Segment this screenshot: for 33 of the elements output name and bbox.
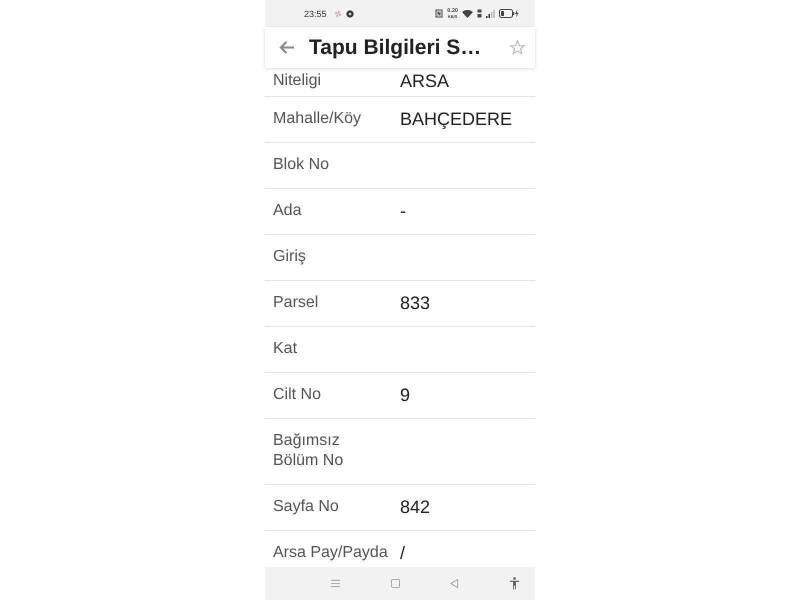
back-icon[interactable] bbox=[449, 578, 460, 589]
field-value: 833 bbox=[400, 293, 430, 313]
field-value: BAHÇEDERE bbox=[400, 109, 512, 129]
status-time: 23:55 bbox=[304, 8, 327, 18]
field-label: Bağımsız Bölüm No bbox=[273, 431, 344, 471]
field-label: Niteligi bbox=[273, 71, 322, 91]
back-arrow-icon[interactable] bbox=[278, 40, 295, 55]
field-value: 9 bbox=[400, 385, 410, 405]
pinwheel-icon bbox=[334, 10, 342, 18]
field-label: Mahalle/Köy bbox=[273, 109, 362, 129]
field-value: - bbox=[400, 201, 406, 221]
signal-icon bbox=[486, 10, 495, 18]
network-type-icon bbox=[477, 9, 482, 18]
field-label: Cilt No bbox=[273, 385, 322, 405]
accessibility-icon[interactable] bbox=[508, 577, 520, 590]
star-icon[interactable] bbox=[510, 40, 525, 55]
field-value: 842 bbox=[400, 497, 430, 517]
field-label: Giriş bbox=[273, 247, 307, 267]
field-label: Arsa Pay/Payda bbox=[273, 543, 389, 563]
menu-icon[interactable] bbox=[330, 578, 341, 589]
field-label: Blok No bbox=[273, 155, 330, 175]
home-icon[interactable] bbox=[390, 578, 401, 589]
nfc-icon bbox=[435, 9, 444, 18]
field-value: / bbox=[400, 543, 406, 563]
field-label: Parsel bbox=[273, 293, 320, 313]
round-app-icon bbox=[346, 10, 354, 18]
wifi-icon bbox=[462, 10, 473, 18]
battery-charging-icon bbox=[499, 9, 519, 18]
field-value: ARSA bbox=[400, 71, 450, 91]
field-label: Ada bbox=[273, 201, 302, 221]
field-label: Sayfa No bbox=[273, 497, 340, 517]
field-label: Kat bbox=[273, 339, 298, 359]
page-title: Tapu Bilgileri S… bbox=[309, 36, 482, 60]
